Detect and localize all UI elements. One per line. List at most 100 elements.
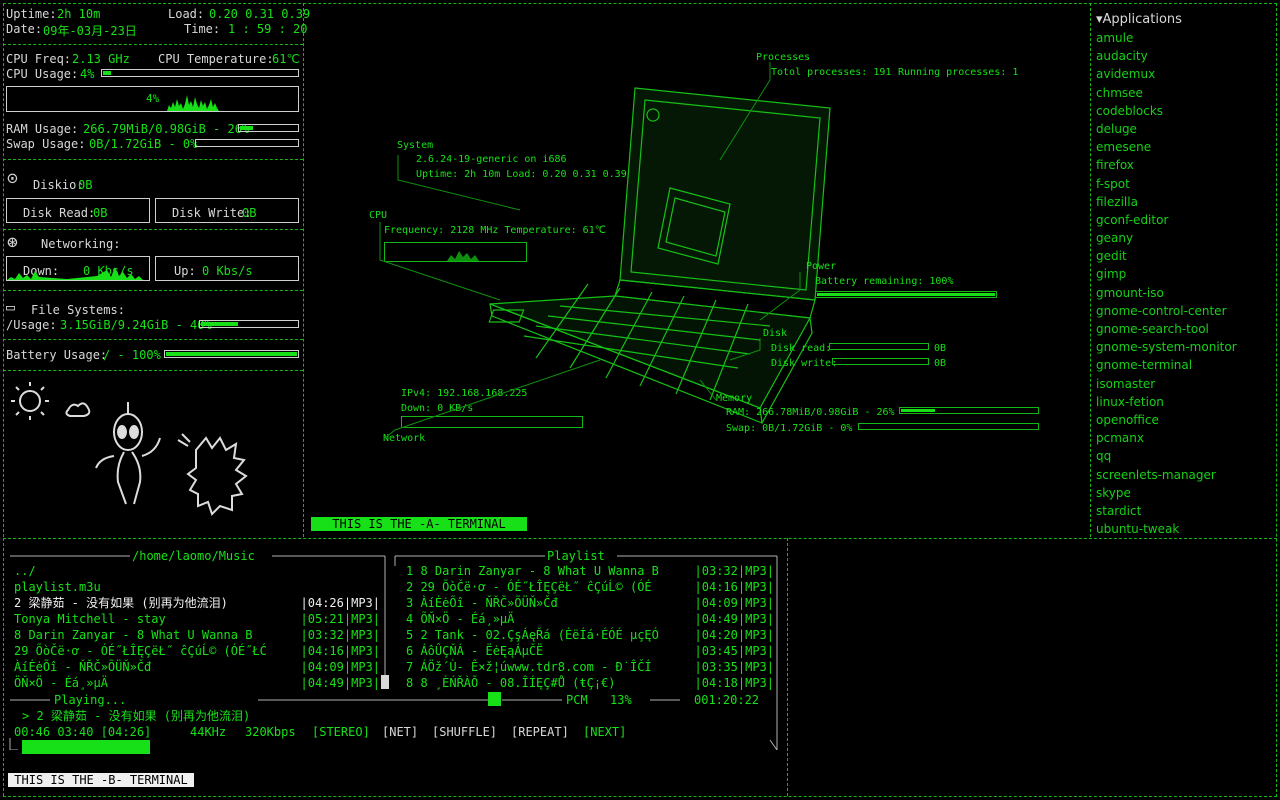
hud-ram-bar [899,407,1039,414]
app-item[interactable]: gnome-system-monitor [1096,338,1271,356]
track-name: ../ [14,564,36,578]
app-item[interactable]: pcmanx [1096,429,1271,447]
track-length: |04:09|MP3| [694,596,774,610]
track-length: |04:26|MP3| [300,596,380,610]
track-name: playlist.m3u [14,580,101,594]
total-time: 001:20:22 [694,693,760,707]
app-item[interactable]: gconf-editor [1096,211,1271,229]
mixer-value: 13% [610,693,632,707]
track-row[interactable]: 4 ÕŇ×Ö - Éá¸»µÄ |04:49|MP3| [406,611,774,627]
hud-disk-read-value: 0B [934,343,947,354]
track-row[interactable]: 8 8 ¸ÈŃŘÀÕ - 08.ÎÍĘÇ#Ů (ŧÇ¡€) |04:18|MP3| [406,675,774,691]
app-item[interactable]: firefox [1096,156,1271,174]
app-item[interactable]: gnome-terminal [1096,356,1271,374]
track-row[interactable]: 2 29 ÕòČë·ơ - ÓÉ˝ŁÎĘÇëŁ˝ ĉÇúĹ© (ÓÉ |04:16… [406,579,774,595]
hud-system-title: System [397,140,434,151]
track-row[interactable]: 7 ÁÖž´Ù- Ê×ž¦úwww.tdr8.com - Ð˙ÎČÍ |03:35… [406,659,774,675]
track-row[interactable]: 1 8 Darin Zanyar - 8 What U Wanna B |03:3… [406,563,774,579]
applications-menu: ▾Applications amule audacity avidemux chmse… [1096,11,1271,538]
app-item[interactable]: isomaster [1096,375,1271,393]
track-row[interactable]: Tonya Mitchell - stay |05:21|MP3| [14,611,380,627]
fs-label: File Systems: [31,303,125,317]
app-item[interactable]: gedit [1096,247,1271,265]
track-row[interactable]: playlist.m3u [14,579,380,595]
app-item[interactable]: amule [1096,29,1271,47]
shuffle-toggle[interactable]: [SHUFFLE] [432,724,497,740]
app-item[interactable]: f-spot [1096,175,1271,193]
hud-kernel: 2.6.24-19-generic on i686 [416,154,567,165]
network-icon: ⊛ [7,232,18,253]
track-length: |04:49|MP3| [694,612,774,626]
track-name: 7 ÁÖž´Ù- Ê×ž¦úwww.tdr8.com - Ð˙ÎČÍ [406,660,652,674]
app-item[interactable]: stardict [1096,502,1271,520]
applications-header[interactable]: ▾Applications [1096,11,1271,29]
app-item[interactable]: filezilla [1096,193,1271,211]
app-item[interactable]: gnome-search-tool [1096,320,1271,338]
track-row[interactable]: 29 ÕòČë·ơ - ÓÉ˝ŁÎĘÇëŁ˝ ĉÇúĹ© (ÓÉ˝ŁĆ |04:1… [14,643,380,659]
track-length: |04:16|MP3| [300,644,380,658]
track-row[interactable]: 6 ÁôÛÇŇÁ - ËėĘąÁµČË |03:45|MP3| [406,643,774,659]
app-item[interactable]: gmount-iso [1096,284,1271,302]
song-progress[interactable] [22,740,772,754]
track-name: 8 Darin Zanyar - 8 What U Wanna B [14,628,253,642]
cpu-usage-bar [101,69,299,77]
track-row[interactable]: ÀíĖėÕî - ŇŘČ»ÕÜŇ»Čđ |04:09|MP3| [14,659,380,675]
track-length: |04:20|MP3| [694,628,774,642]
battery-label: Battery Usage: [6,348,108,362]
net-toggle[interactable]: [NET] [382,724,418,740]
app-item[interactable]: audacity [1096,47,1271,65]
cpu-temp-value: 61℃ [272,52,300,66]
app-item[interactable]: screenlets-manager [1096,466,1271,484]
app-item[interactable]: chmsee [1096,84,1271,102]
browser-scrollbar[interactable] [381,675,389,689]
hud-disk-read-bar [829,343,929,350]
app-item[interactable]: deluge [1096,120,1271,138]
diskio-label: Diskio: [33,178,84,192]
app-item[interactable]: ubuntu-tweak [1096,520,1271,538]
hud-disk-title: Disk [763,328,788,339]
file-browser-list: ../ playlist.m3u 2 梁静茹 - 没有如果 (别再为他流泪) |04:… [14,563,380,691]
playing-title: Playing... [54,693,127,707]
track-row[interactable]: 5 2 Tank - 02.ÇşÁęŘá (ĖëÍá·ÉÓÉ µçĘÓ |04:2… [406,627,774,643]
hud-cpu-graph-plot [447,251,479,261]
track-name: 29 ÕòČë·ơ - ÓÉ˝ŁÎĘÇëŁ˝ ĉÇúĹ© (ÓÉ˝ŁĆ [14,644,267,658]
track-length: |03:45|MP3| [694,644,774,658]
app-item[interactable]: geany [1096,229,1271,247]
harddisk-icon: ⊙ [7,168,18,189]
disk-read-value: 0B [93,206,108,220]
track-row[interactable]: 3 ÀíĖėÕî - ŇŘČ»ÕÜŇ»Čđ |04:09|MP3| [406,595,774,611]
status-times: 00:46 03:40 [04:26] [14,725,152,739]
track-row[interactable]: ÖŇ×Ö - Éá¸»µÄ |04:49|MP3| [14,675,380,691]
app-item[interactable]: emesene [1096,138,1271,156]
track-name: 6 ÁôÛÇŇÁ - ËėĘąÁµČË [406,644,544,658]
track-row[interactable]: ../ [14,563,380,579]
app-item[interactable]: codeblocks [1096,102,1271,120]
track-name: 3 ÀíĖėÕî - ŇŘČ»ÕÜŇ»Čđ [406,596,558,610]
diskio-value: 0B [78,178,93,192]
app-item[interactable]: gimp [1096,265,1271,283]
track-row[interactable]: 8 Darin Zanyar - 8 What U Wanna B |03:32|… [14,627,380,643]
date-label: Date: [6,22,43,36]
repeat-toggle[interactable]: [REPEAT] [511,724,569,740]
track-length: |03:32|MP3| [694,564,774,578]
down-graph [7,267,143,280]
up-label: Up: [174,264,196,278]
app-item[interactable]: skype [1096,484,1271,502]
date-value: 09年-03月-23日 [43,24,137,38]
track-name: 2 29 ÕòČë·ơ - ÓÉ˝ŁÎĘÇëŁ˝ ĉÇúĹ© (ÓÉ [406,580,652,594]
app-item[interactable]: openoffice [1096,411,1271,429]
mixer-knob[interactable] [488,692,501,706]
cpu-graph-plot [167,95,219,111]
app-item[interactable]: avidemux [1096,65,1271,83]
track-length: |05:21|MP3| [300,612,380,626]
track-row[interactable]: 2 梁静茹 - 没有如果 (别再为他流泪) |04:26|MP3| [14,595,380,611]
track-length: |03:35|MP3| [694,660,774,674]
cpu-usage-label: CPU Usage: [6,67,79,81]
load-label: Load: [168,7,205,21]
hud-net-graph [401,416,583,428]
app-item[interactable]: qq [1096,447,1271,465]
app-item[interactable]: gnome-control-center [1096,302,1271,320]
next-toggle[interactable]: [NEXT] [583,724,626,740]
app-item[interactable]: linux-fetion [1096,393,1271,411]
terminal-a-label: THIS IS THE -A- TERMINAL [311,517,527,531]
